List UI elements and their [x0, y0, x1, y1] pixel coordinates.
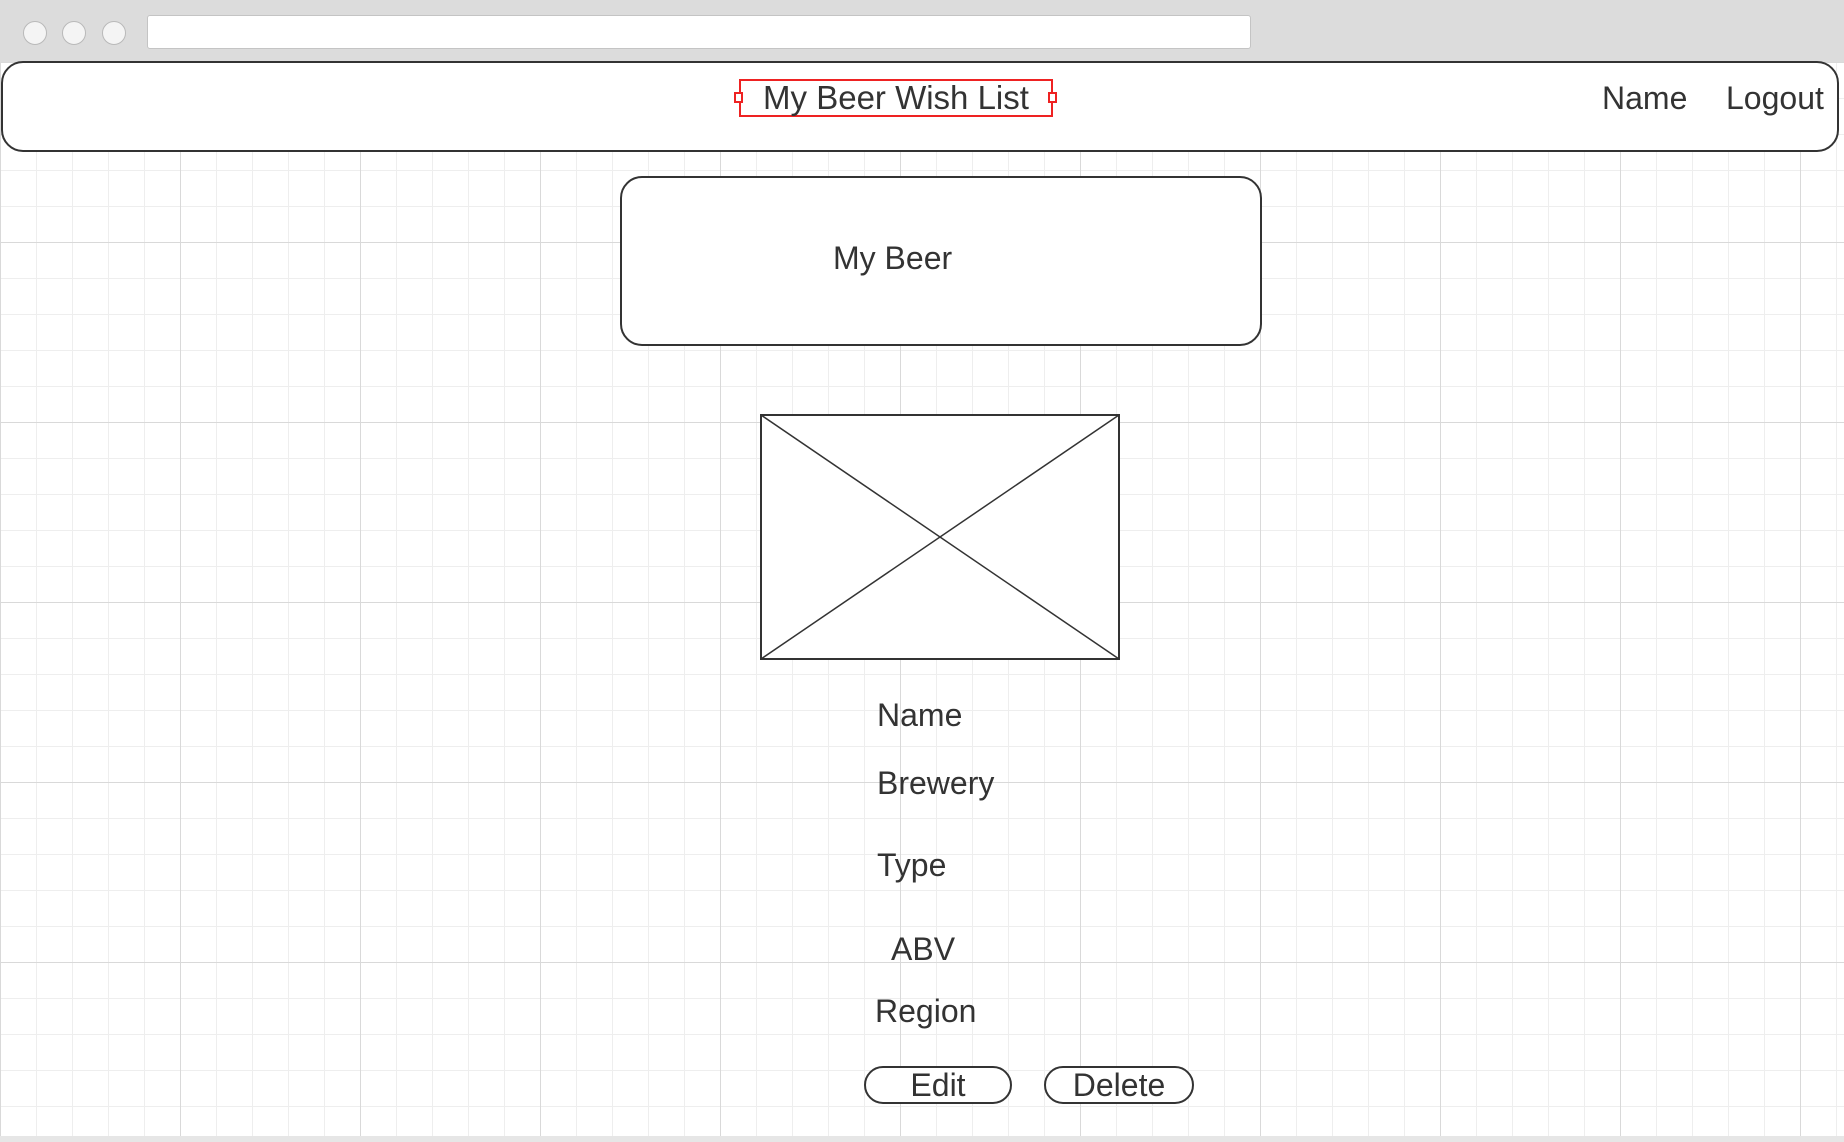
address-bar[interactable]: [147, 15, 1251, 49]
beer-region-field: Region: [875, 993, 977, 1029]
delete-button[interactable]: Delete: [1044, 1066, 1194, 1104]
window-maximize-button[interactable]: [102, 21, 126, 45]
beer-abv-field: ABV: [891, 931, 956, 967]
page-header-label: My Beer: [833, 240, 953, 276]
browser-titlebar: [0, 0, 1844, 63]
nav-name-link[interactable]: Name: [1602, 78, 1687, 118]
selection-handle-left[interactable]: [734, 92, 743, 103]
selection-handle-right[interactable]: [1048, 92, 1057, 103]
edit-button[interactable]: Edit: [864, 1066, 1012, 1104]
beer-name-field: Name: [877, 697, 963, 733]
browser-window: My Beer Wish List Name Logout My Beer Na…: [0, 0, 1844, 1142]
beer-brewery-field: Brewery: [877, 765, 995, 801]
page-title: My Beer Wish List: [739, 79, 1053, 117]
logout-link[interactable]: Logout: [1726, 78, 1824, 118]
window-minimize-button[interactable]: [62, 21, 86, 45]
beer-type-field: Type: [877, 847, 947, 883]
window-close-button[interactable]: [23, 21, 47, 45]
canvas-bottom-edge: [0, 1136, 1844, 1142]
image-placeholder-icon: [760, 414, 1120, 660]
